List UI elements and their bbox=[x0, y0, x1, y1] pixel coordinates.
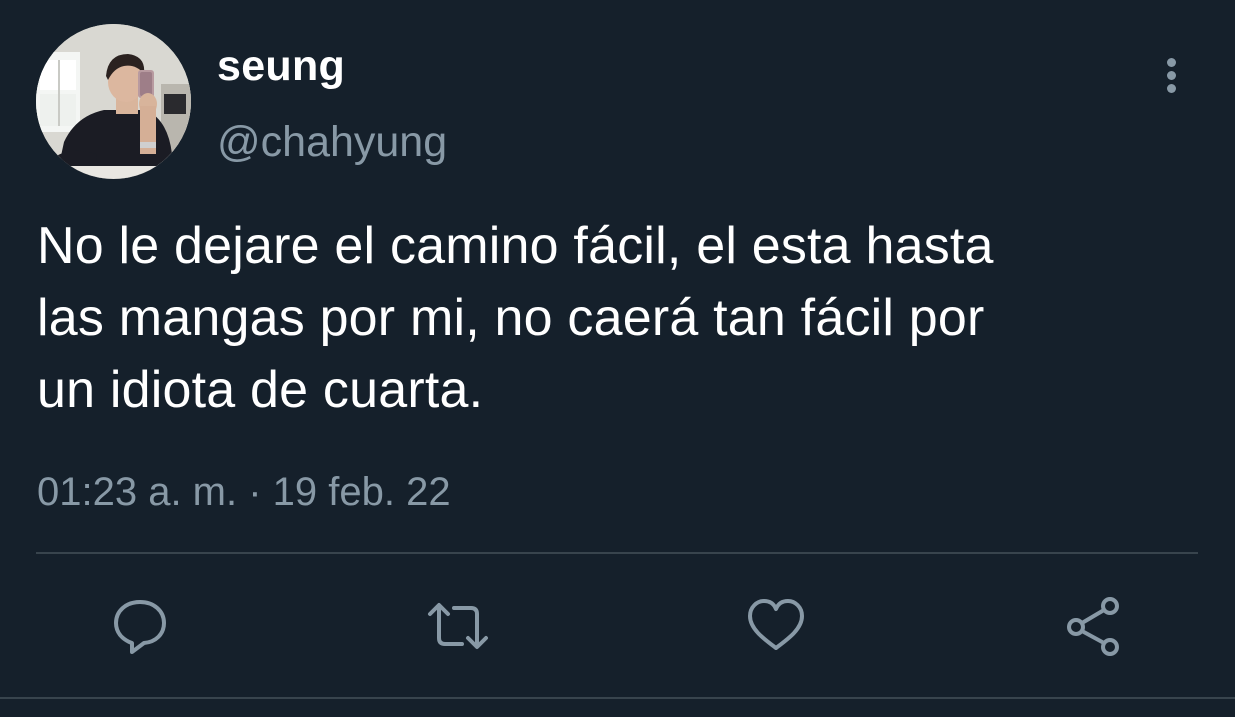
avatar-photo bbox=[36, 24, 191, 179]
share-icon bbox=[1067, 597, 1119, 656]
more-vertical-icon-dot bbox=[1167, 71, 1176, 80]
more-options-button[interactable] bbox=[1150, 50, 1194, 100]
author-handle[interactable]: @chahyung bbox=[217, 116, 447, 168]
reply-button[interactable] bbox=[108, 594, 172, 658]
retweet-button[interactable] bbox=[426, 594, 490, 658]
divider bbox=[36, 552, 1198, 554]
tweet-text: No le dejare el camino fácil, el esta ha… bbox=[37, 217, 994, 419]
reply-icon bbox=[114, 600, 166, 654]
author-display-name[interactable]: seung bbox=[217, 40, 345, 92]
bottom-divider bbox=[0, 697, 1235, 699]
like-icon bbox=[748, 599, 804, 650]
tweet-card: seung @chahyung No le dejare el camino f… bbox=[0, 0, 1235, 717]
share-button[interactable] bbox=[1062, 594, 1126, 658]
more-vertical-icon-dot bbox=[1167, 84, 1176, 93]
retweet-icon bbox=[428, 603, 488, 649]
more-vertical-icon bbox=[1167, 58, 1176, 67]
avatar[interactable] bbox=[36, 24, 191, 179]
tweet-timestamp[interactable]: 01:23 a. m. · 19 feb. 22 bbox=[37, 468, 451, 516]
like-button[interactable] bbox=[744, 594, 808, 658]
